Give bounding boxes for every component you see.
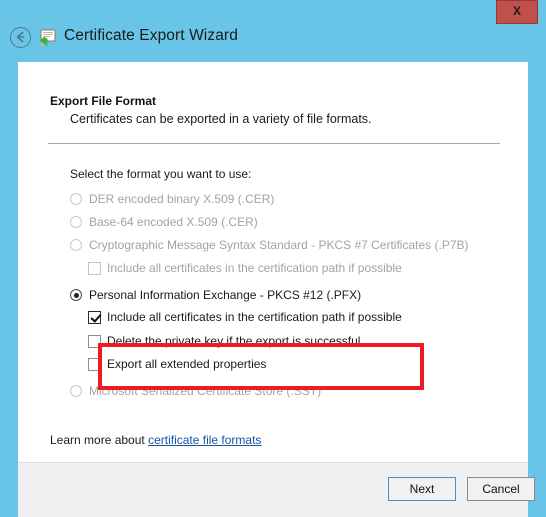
radio-button-icon[interactable] (70, 289, 82, 301)
next-button[interactable]: Next (388, 477, 456, 501)
back-arrow-icon[interactable] (10, 27, 31, 48)
window-titlebar: X Certificate Export Wizard (0, 0, 546, 62)
format-radio-row: Cryptographic Message Syntax Standard - … (70, 238, 469, 252)
option-label: Include all certificates in the certific… (107, 261, 402, 275)
option-label: Base-64 encoded X.509 (.CER) (89, 215, 258, 229)
radio-button-icon (70, 385, 82, 397)
checkbox-icon[interactable] (88, 310, 101, 324)
certificate-file-formats-link[interactable]: certificate file formats (148, 433, 261, 447)
format-radio-row: Base-64 encoded X.509 (.CER) (70, 215, 258, 229)
learn-more-text: Learn more about certificate file format… (50, 433, 261, 447)
format-prompt: Select the format you want to use: (70, 167, 252, 181)
option-label: Include all certificates in the certific… (107, 310, 402, 324)
page-subtitle: Certificates can be exported in a variet… (70, 112, 372, 126)
wizard-content-panel: Export File Format Certificates can be e… (18, 62, 535, 517)
radio-button-icon (70, 239, 82, 251)
format-radio-row[interactable]: Personal Information Exchange - PKCS #12… (70, 288, 361, 302)
format-checkbox-row: Include all certificates in the certific… (88, 261, 402, 275)
window-title: Certificate Export Wizard (64, 27, 238, 44)
format-checkbox-row[interactable]: Include all certificates in the certific… (88, 310, 402, 324)
option-label: Personal Information Exchange - PKCS #12… (89, 288, 362, 302)
close-button[interactable]: X (496, 0, 538, 24)
format-radio-row: DER encoded binary X.509 (.CER) (70, 192, 274, 206)
dialog-footer: Next Cancel (18, 462, 535, 517)
learn-more-prefix: Learn more about (50, 433, 149, 447)
radio-button-icon (70, 193, 82, 205)
radio-button-icon (70, 216, 82, 228)
checkbox-icon (88, 261, 101, 275)
cancel-button[interactable]: Cancel (467, 477, 535, 501)
highlight-annotation-box (98, 343, 424, 390)
page-title: Export File Format (50, 94, 157, 108)
certificate-icon (38, 28, 57, 47)
header-divider (48, 143, 500, 144)
option-label: DER encoded binary X.509 (.CER) (89, 192, 275, 206)
option-label: Cryptographic Message Syntax Standard - … (89, 238, 469, 252)
